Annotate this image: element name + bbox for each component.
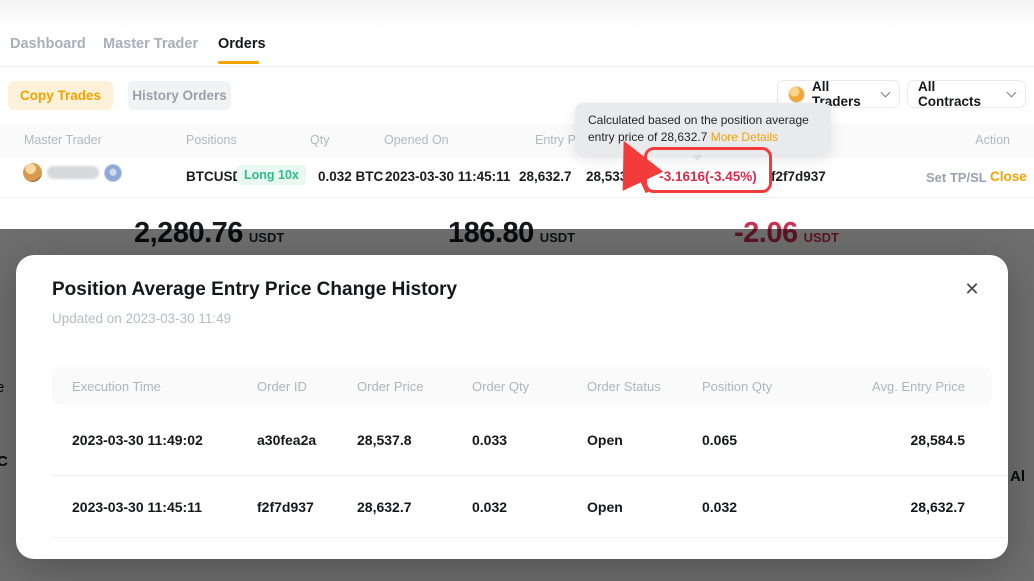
cell-execution-time: 2023-03-30 11:49:02: [72, 432, 257, 448]
set-tpsl-button[interactable]: Set TP/SL: [926, 170, 987, 185]
tabs-divider: [0, 66, 1034, 67]
history-table-header: Execution Time Order ID Order Price Orde…: [52, 367, 992, 405]
col-position-qty: Position Qty: [702, 379, 842, 394]
top-gradient-strip: [0, 0, 1034, 26]
cell-order-qty: 0.032: [472, 499, 587, 515]
cell-order-price: 28,632.7: [357, 499, 472, 515]
cell-position-qty: 0.065: [702, 432, 842, 448]
trader-filter-avatar-icon: [788, 86, 805, 103]
cell-avg-entry-price: 28,584.5: [842, 432, 965, 448]
all-contracts-dropdown[interactable]: All Contracts: [907, 80, 1026, 108]
col-header-opened-on: Opened On: [384, 133, 449, 147]
tab-orders[interactable]: Orders: [218, 36, 266, 52]
row-divider: [0, 197, 1034, 198]
history-table-row: 2023-03-30 11:49:02 a30fea2a 28,537.8 0.…: [52, 405, 992, 475]
col-order-status: Order Status: [587, 379, 702, 394]
close-icon[interactable]: ✕: [958, 275, 986, 303]
col-header-positions: Positions: [186, 133, 237, 147]
cell-order-status: Open: [587, 499, 702, 515]
col-order-id: Order ID: [257, 379, 357, 394]
col-header-action: Action: [975, 133, 1010, 147]
more-details-link[interactable]: More Details: [711, 130, 778, 144]
chevron-down-icon: [881, 88, 891, 98]
col-execution-time: Execution Time: [72, 379, 257, 394]
cell-order-price: 28,537.8: [357, 432, 472, 448]
cell-qty: 0.032 BTC: [318, 169, 383, 184]
cell-pnl: -3.1616(-3.45%): [644, 169, 772, 184]
history-table-row: 2023-03-30 11:45:11 f2f7d937 28,632.7 0.…: [52, 476, 992, 537]
all-contracts-label: All Contracts: [918, 79, 1001, 109]
col-header-master-trader: Master Trader: [24, 133, 102, 147]
history-orders-button[interactable]: History Orders: [128, 81, 231, 110]
cell-order-id: a30fea2a: [257, 432, 357, 448]
entry-price-tooltip: Calculated based on the position average…: [575, 103, 831, 155]
modal-title: Position Average Entry Price Change Hist…: [52, 279, 457, 301]
chevron-down-icon: [1007, 88, 1017, 98]
cell-avg-entry-price: 28,632.7: [842, 499, 965, 515]
close-position-button[interactable]: Close: [990, 169, 1027, 184]
trader-avatar: [23, 163, 42, 182]
master-trader-cell[interactable]: [23, 163, 122, 182]
cell-position-qty: 0.032: [702, 499, 842, 515]
modal-updated-timestamp: Updated on 2023-03-30 11:49: [52, 311, 231, 326]
cell-mark-price: 28,533.9: [586, 169, 639, 184]
cell-order-id: f2f7d937: [257, 499, 357, 515]
cell-order-id: f2f7d937: [771, 169, 826, 184]
long-leverage-badge: Long 10x: [237, 165, 306, 185]
active-tab-underline: [218, 61, 259, 64]
copy-trading-screen: Dashboard Master Trader Orders Copy Trad…: [0, 0, 1034, 581]
col-order-price: Order Price: [357, 379, 472, 394]
cell-execution-time: 2023-03-30 11:45:11: [72, 499, 257, 515]
cell-order-status: Open: [587, 432, 702, 448]
trader-name-blurred: [47, 166, 99, 179]
modal-row-divider: [52, 537, 1008, 538]
copy-trades-button[interactable]: Copy Trades: [8, 81, 113, 110]
col-avg-entry-price: Avg. Entry Price: [842, 379, 965, 394]
col-order-qty: Order Qty: [472, 379, 587, 394]
entry-price-history-modal: Position Average Entry Price Change Hist…: [16, 255, 1008, 559]
col-header-qty: Qty: [310, 133, 329, 147]
cell-entry-price: 28,632.7: [519, 169, 572, 184]
orders-table-header-bg: [0, 124, 1034, 158]
trader-medal-badge-icon: [104, 164, 122, 182]
cell-order-qty: 0.033: [472, 432, 587, 448]
tab-master-trader[interactable]: Master Trader: [103, 36, 198, 52]
tab-dashboard[interactable]: Dashboard: [10, 36, 86, 52]
cell-opened-on: 2023-03-30 11:45:11: [385, 169, 510, 184]
